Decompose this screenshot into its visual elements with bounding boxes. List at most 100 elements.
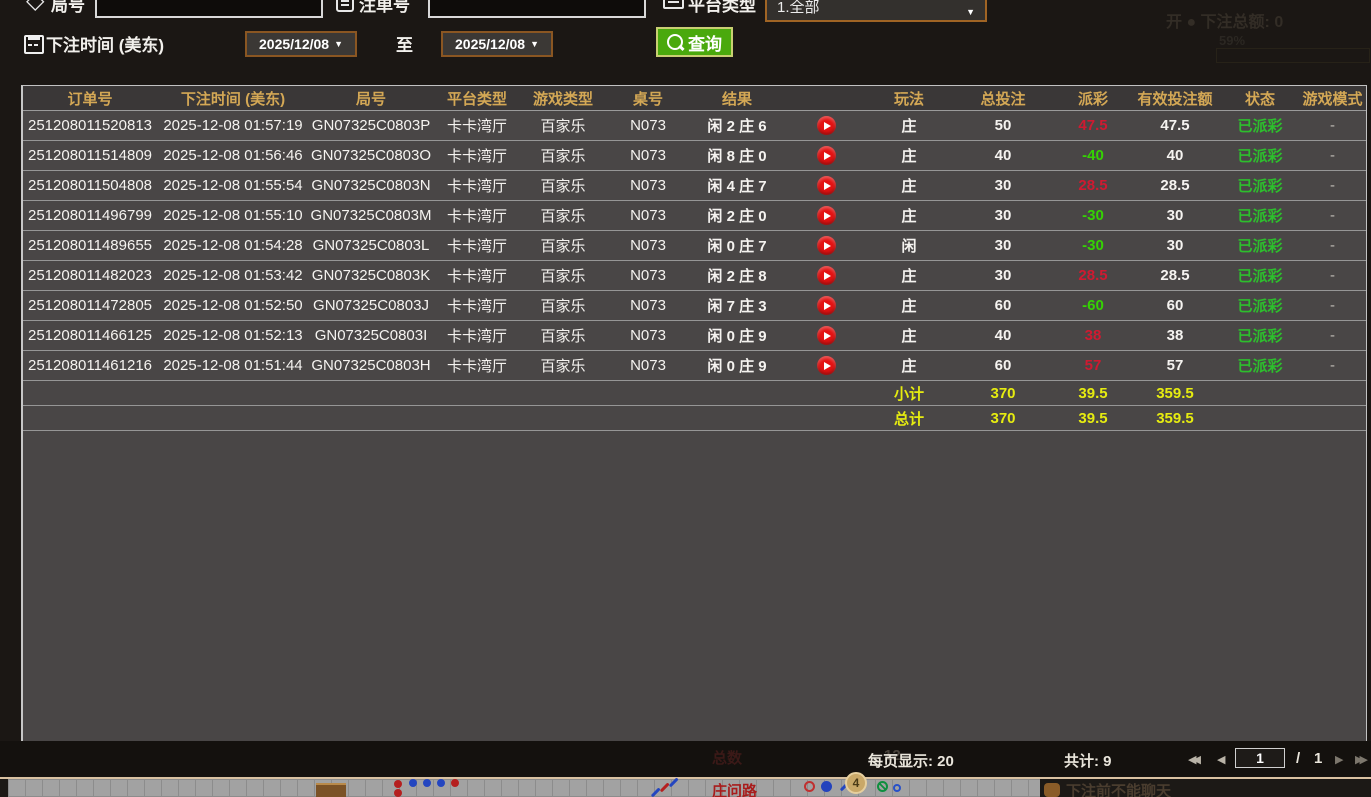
cell-status: 已派彩	[1221, 260, 1299, 291]
chevron-down-icon: ▼	[530, 39, 539, 49]
banker-road-label: 庄问路	[712, 783, 758, 797]
replay-button[interactable]	[816, 236, 836, 255]
cell-game-mode: -	[1299, 230, 1366, 261]
replay-button[interactable]	[816, 176, 836, 195]
play-icon	[823, 211, 831, 220]
query-button[interactable]: 查询	[656, 27, 733, 57]
cell-payout: -30	[1057, 230, 1129, 261]
cell-table-no: N073	[605, 320, 691, 351]
cell-game-type: 百家乐	[521, 170, 605, 201]
replay-button[interactable]	[816, 356, 836, 375]
table-row: 251208011520813 2025-12-08 01:57:19 GN0732…	[23, 110, 1366, 141]
cell-play-type: 庄	[869, 320, 949, 351]
cell-platform: 卡卡湾厅	[433, 320, 521, 351]
header-bet-time: 下注时间 (美东)	[157, 86, 309, 111]
cell-platform: 卡卡湾厅	[433, 260, 521, 291]
round-label: 局号	[51, 0, 85, 15]
replay-button[interactable]	[816, 206, 836, 225]
summary-empty-cell	[691, 405, 783, 431]
road-bead-blue	[437, 779, 445, 787]
replay-button[interactable]	[816, 116, 836, 135]
cell-game-type: 百家乐	[521, 290, 605, 321]
order-list-icon	[336, 0, 354, 12]
cell-game-mode: -	[1299, 320, 1366, 351]
table-row: 251208011461216 2025-12-08 01:51:44 GN0732…	[23, 350, 1366, 381]
header-order-id: 订单号	[23, 86, 157, 111]
cell-play-type: 庄	[869, 110, 949, 141]
summary-empty-cell	[157, 405, 309, 431]
platform-label: 平台类型	[688, 0, 756, 15]
table-row: 251208011514809 2025-12-08 01:56:46 GN0732…	[23, 140, 1366, 171]
cell-round-id: GN07325C0803L	[309, 230, 433, 261]
replay-button[interactable]	[816, 146, 836, 165]
date-from-picker[interactable]: 2025/12/08 ▼	[245, 31, 357, 57]
summary-empty-cell	[783, 380, 869, 406]
cell-result: 闲 7 庄 3	[691, 290, 783, 321]
cell-total-bet: 40	[949, 320, 1057, 351]
cell-replay	[783, 290, 869, 321]
cell-result: 闲 0 庄 7	[691, 230, 783, 261]
cell-game-mode: -	[1299, 290, 1366, 321]
round-icon: ◇	[26, 0, 45, 14]
ghost-progress-box	[1216, 48, 1370, 63]
cell-bet-time: 2025-12-08 01:55:54	[157, 170, 309, 201]
road-symbol-solid-blue	[821, 781, 832, 792]
road-bead-red	[451, 779, 459, 787]
page-input[interactable]	[1235, 748, 1285, 768]
date-to-picker[interactable]: 2025/12/08 ▼	[441, 31, 553, 57]
roadmap-marker	[316, 783, 346, 797]
next-page-button[interactable]: ▶	[1335, 753, 1343, 766]
chevron-down-icon: ▼	[334, 39, 343, 49]
road-symbol-hollow-red	[804, 781, 815, 792]
cell-status: 已派彩	[1221, 140, 1299, 171]
replay-button[interactable]	[816, 266, 836, 285]
order-label: 注单号	[359, 0, 410, 15]
cell-replay	[783, 140, 869, 171]
table-header-row: 订单号 下注时间 (美东) 局号 平台类型 游戏类型 桌号 结果 玩法 总投注 …	[23, 86, 1366, 111]
cell-order-id: 251208011514809	[23, 140, 157, 171]
cell-game-type: 百家乐	[521, 350, 605, 381]
cell-round-id: GN07325C0803P	[309, 110, 433, 141]
date-from-value: 2025/12/08	[259, 36, 330, 52]
cell-result: 闲 2 庄 6	[691, 110, 783, 141]
cell-order-id: 251208011489655	[23, 230, 157, 261]
range-separator: 至	[396, 36, 413, 55]
ghost-bet-total: 开 ● 下注总额: 0	[1166, 14, 1284, 31]
cell-game-mode: -	[1299, 260, 1366, 291]
platform-select-value: 1.全部	[777, 0, 820, 16]
play-icon	[823, 151, 831, 160]
cell-round-id: GN07325C0803K	[309, 260, 433, 291]
betting-records-panel: 开 ● 下注总额: 0 59% ◇ 局号 注单号 平台类型 1.全部 ▼ 下注时…	[0, 0, 1371, 797]
play-icon	[823, 181, 831, 190]
cell-table-no: N073	[605, 230, 691, 261]
prev-page-button[interactable]: ◀	[1217, 753, 1225, 766]
cell-total-bet: 60	[949, 290, 1057, 321]
round-input[interactable]	[95, 0, 323, 18]
cell-round-id: GN07325C0803H	[309, 350, 433, 381]
cell-bet-time: 2025-12-08 01:54:28	[157, 230, 309, 261]
seat-chip-number: 4	[852, 776, 860, 790]
cell-play-type: 庄	[869, 350, 949, 381]
cell-replay	[783, 350, 869, 381]
road-symbol-hollow-blue	[893, 784, 901, 792]
play-icon	[823, 271, 831, 280]
order-input[interactable]	[428, 0, 646, 18]
replay-button[interactable]	[816, 326, 836, 345]
last-page-button[interactable]: ▶▶	[1355, 753, 1368, 766]
replay-button[interactable]	[816, 296, 836, 315]
platform-select[interactable]: 1.全部 ▼	[765, 0, 987, 22]
header-round-id: 局号	[309, 86, 433, 111]
cell-table-no: N073	[605, 290, 691, 321]
cell-order-id: 251208011496799	[23, 200, 157, 231]
road-bead-blue	[423, 779, 431, 787]
cell-order-id: 251208011472805	[23, 290, 157, 321]
header-game-mode: 游戏模式	[1299, 86, 1366, 111]
pagination-bar: 总数 12 每页显示: 20 共计: 9 ◀◀ ◀ / 1 ▶ ▶▶	[0, 741, 1371, 777]
cell-game-type: 百家乐	[521, 140, 605, 171]
cell-game-type: 百家乐	[521, 320, 605, 351]
cell-replay	[783, 170, 869, 201]
cell-payout: -60	[1057, 290, 1129, 321]
road-bead-red	[394, 789, 402, 797]
records-table: 订单号 下注时间 (美东) 局号 平台类型 游戏类型 桌号 结果 玩法 总投注 …	[23, 86, 1366, 431]
first-page-button[interactable]: ◀◀	[1188, 753, 1201, 766]
